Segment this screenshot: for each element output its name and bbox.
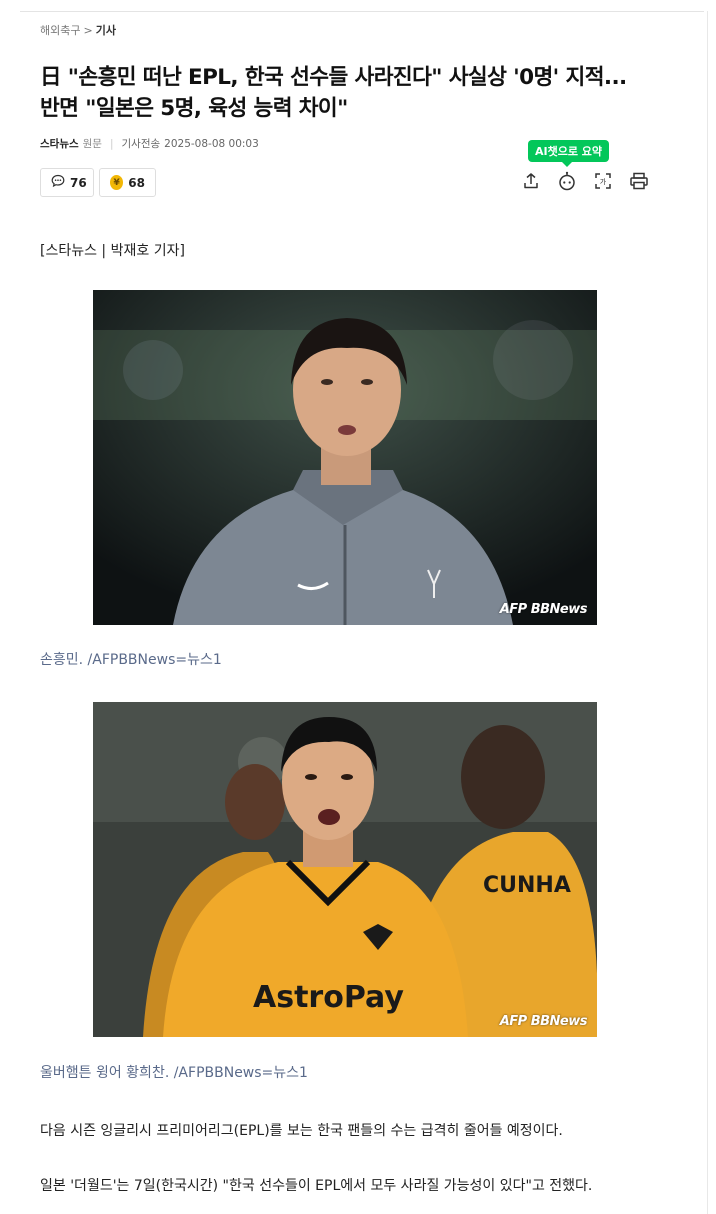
breadcrumb-current[interactable]: 기사: [96, 22, 116, 38]
original-link[interactable]: 원문: [83, 136, 102, 151]
article-photo-hwang[interactable]: CUNHA AstroPay AFP BBNews: [93, 702, 597, 1037]
photo-watermark: AFP BBNews: [499, 1014, 588, 1029]
share-icon[interactable]: [518, 168, 544, 194]
meta-divider: |: [109, 137, 114, 150]
photo-caption: 손흥민. /AFPBBNews=뉴스1: [40, 652, 222, 668]
article-paragraph: 일본 '더월드'는 7일(한국시간) "한국 선수들이 EPL에서 모두 사라질…: [40, 1178, 593, 1194]
ai-badge-label: 챗으로 요약: [547, 145, 603, 158]
ai-badge-prefix: AI: [535, 144, 548, 158]
hwang-hee-chan-image: CUNHA AstroPay: [93, 702, 597, 1037]
print-icon[interactable]: [626, 168, 652, 194]
jersey-name: CUNHA: [483, 873, 571, 898]
donate-button[interactable]: ¥ 68: [99, 168, 156, 197]
ai-bot-icon[interactable]: [554, 168, 580, 194]
svg-text:가: 가: [600, 177, 607, 186]
comment-count: 76: [70, 175, 87, 190]
article-meta: 스타뉴스 원문 | 기사전송 2025-08-08 00:03: [40, 136, 259, 151]
photo-watermark: AFP BBNews: [499, 602, 588, 617]
comment-icon: [51, 174, 65, 191]
press-name[interactable]: 스타뉴스: [40, 136, 79, 151]
coin-icon: ¥: [110, 175, 124, 190]
breadcrumb-separator: >: [83, 23, 93, 37]
article-paragraph: 다음 시즌 잉글리시 프리미어리그(EPL)를 보는 한국 팬들의 수는 급격히…: [40, 1123, 563, 1139]
top-divider: [20, 11, 704, 12]
article-title: 日 "손흥민 떠난 EPL, 한국 선수들 사라진다" 사실상 '0명' 지적.…: [40, 62, 660, 124]
title-line-1: 日 "손흥민 떠난 EPL, 한국 선수들 사라진다" 사실상 '0명' 지적.…: [40, 65, 627, 90]
sent-label: 기사전송: [121, 138, 161, 150]
jersey-sponsor: AstroPay: [253, 980, 404, 1015]
byline: [스타뉴스 | 박재호 기자]: [40, 243, 185, 259]
comment-button[interactable]: 76: [40, 168, 94, 197]
article-photo-son[interactable]: AFP BBNews: [93, 290, 597, 625]
title-line-2: 반면 "일본은 5명, 육성 능력 차이": [40, 96, 348, 121]
breadcrumb: 해외축구 > 기사: [40, 22, 116, 38]
donate-count: 68: [128, 175, 145, 190]
photo-caption: 울버햄튼 윙어 황희찬. /AFPBBNews=뉴스1: [40, 1065, 308, 1081]
son-heung-min-image: [93, 290, 597, 625]
font-size-icon[interactable]: 가: [590, 168, 616, 194]
breadcrumb-section[interactable]: 해외축구: [40, 22, 80, 38]
ai-summary-badge[interactable]: AI 챗으로 요약: [528, 140, 610, 167]
article-datetime: 2025-08-08 00:03: [164, 137, 259, 150]
right-divider: [707, 11, 708, 1214]
